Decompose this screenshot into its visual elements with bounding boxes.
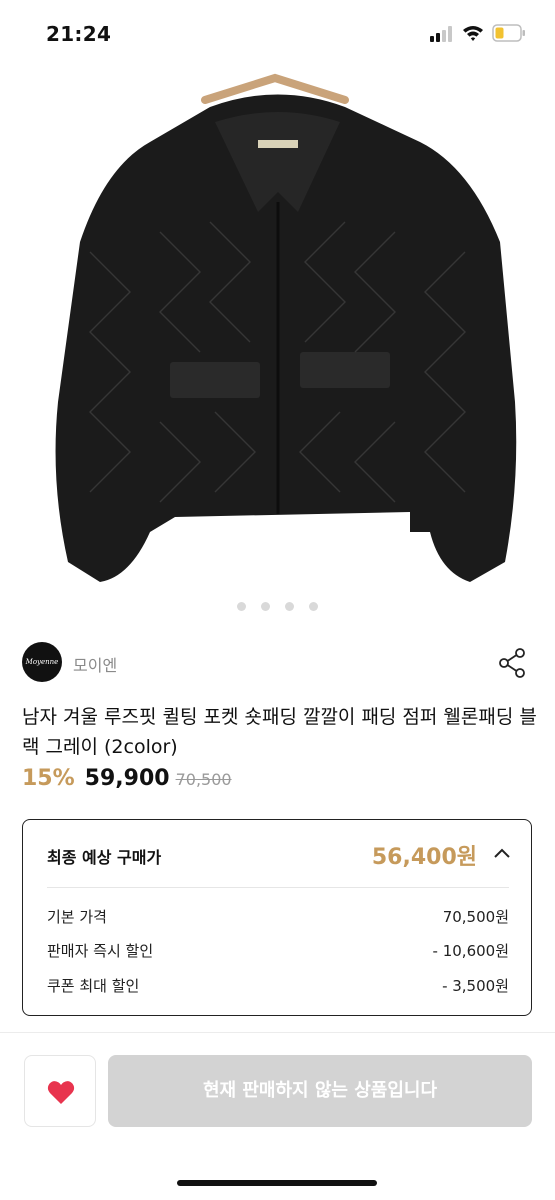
product-image[interactable] [0, 62, 555, 622]
estimate-line-value: - 10,600원 [432, 942, 509, 960]
price-row: 15% 59,900 70,500 [22, 766, 232, 796]
estimate-line-value: - 3,500원 [442, 977, 509, 995]
wifi-icon [463, 26, 483, 41]
estimate-line-label: 판매자 즉시 할인 [47, 942, 154, 960]
battery-icon [492, 24, 525, 42]
estimate-label: 최종 예상 구매가 [47, 848, 162, 867]
seller-avatar[interactable]: Moyenne [22, 642, 62, 682]
home-indicator [177, 1180, 377, 1186]
original-price: 70,500 [175, 770, 232, 789]
seller-name[interactable]: 모이엔 [73, 652, 117, 676]
estimate-line-label: 쿠폰 최대 할인 [47, 977, 140, 995]
carousel-dot[interactable] [260, 602, 270, 611]
buy-button[interactable]: 현재 판매하지 않는 상품입니다 [108, 1055, 532, 1127]
estimate-line-label: 기본 가격 [47, 908, 107, 926]
jacket-photo-icon [0, 62, 555, 622]
estimate-line-value: 70,500원 [442, 908, 509, 926]
carousel-dot[interactable] [285, 602, 295, 611]
carousel-dots [0, 596, 555, 611]
estimate-divider [47, 887, 509, 888]
estimate-box: 최종 예상 구매가 56,400원 기본 가격 70,500원 판매자 즉시 할… [22, 819, 532, 1016]
estimate-line: 판매자 즉시 할인 - 10,600원 [47, 940, 509, 962]
product-title: 남자 겨울 루즈핏 퀼팅 포켓 숏패딩 깔깔이 패딩 점퍼 웰론패딩 블랙 그레… [22, 706, 537, 758]
carousel-dot[interactable] [236, 602, 246, 611]
seller-row[interactable]: Moyenne 모이엔 [22, 640, 532, 686]
discount-rate: 15% [22, 766, 75, 791]
bottom-divider [0, 1032, 555, 1033]
estimate-line: 기본 가격 70,500원 [47, 906, 509, 928]
like-button[interactable] [24, 1055, 96, 1127]
sale-price: 59,900 [84, 766, 170, 791]
estimate-line: 쿠폰 최대 할인 - 3,500원 [47, 975, 509, 997]
estimate-total: 56,400원 [371, 845, 477, 870]
chevron-up-icon[interactable] [493, 846, 511, 860]
status-time: 21:24 [46, 22, 112, 46]
signal-icon [430, 26, 454, 42]
heart-icon [47, 1081, 75, 1104]
status-bar: 21:24 [0, 0, 555, 62]
share-icon[interactable] [498, 648, 526, 678]
